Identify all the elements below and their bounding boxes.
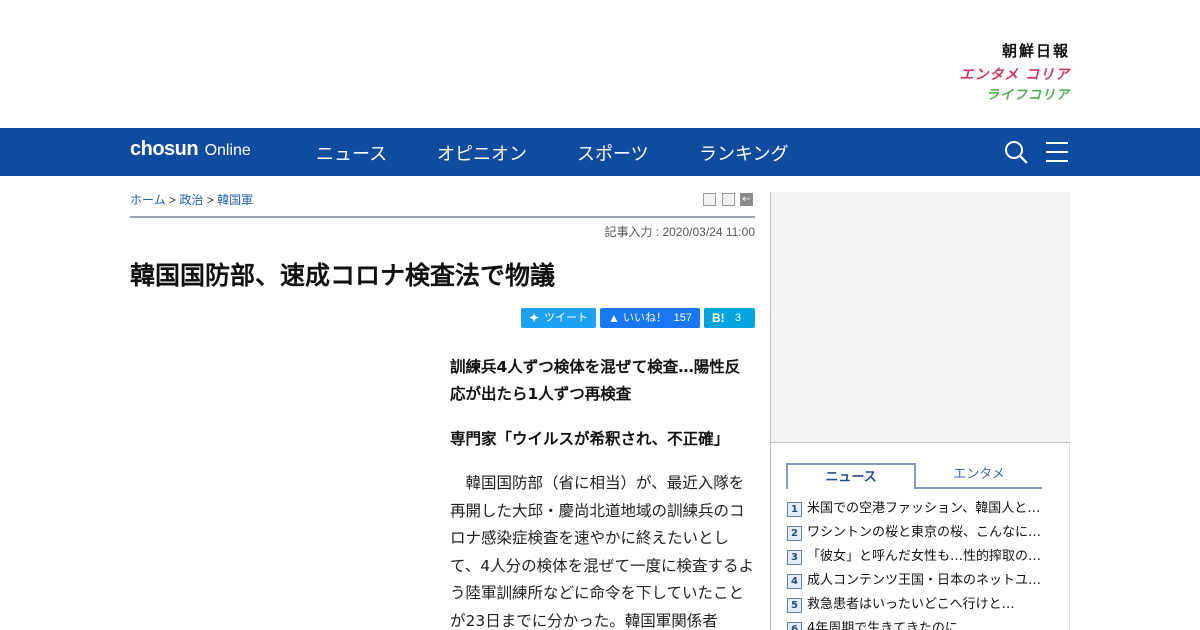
article-body: 韓国国防部（省に相当）が、最近入隊を再開した大邱・慶尚北道地域の訓練兵のコロナ感… — [450, 474, 755, 630]
article-tools: ← — [703, 193, 755, 206]
print-icon[interactable] — [703, 193, 716, 206]
logo-sub-text: Online — [204, 142, 251, 159]
entame-korea-logo[interactable]: エンタメ コリア — [930, 68, 1070, 82]
article-lead-subheading: 訓練兵4人ずつ検体を混ぜて検査…陽性反応が出たら1人ずつ再検査 — [450, 358, 741, 403]
nav-icons — [1004, 140, 1068, 164]
rank-number: 1 — [787, 502, 802, 517]
text-size-icon[interactable] — [722, 193, 735, 206]
facebook-like-button[interactable]: ▲ いいね！ 157 — [600, 308, 700, 328]
ranking-item[interactable]: 5 救急患者はいったいどこへ行けと… — [787, 593, 1057, 617]
nav-sports[interactable]: スポーツ — [577, 140, 649, 166]
rank-title[interactable]: 米国での空港ファッション、韓国人と… — [807, 497, 1040, 521]
brand-links: 朝鮮日報 エンタメ コリア ライフコリア — [930, 44, 1070, 103]
article-headline: 韓国国防部、速成コロナ検査法で物議 — [130, 261, 556, 290]
back-arrow-icon[interactable]: ← — [740, 193, 753, 206]
twitter-bird-icon: ✦ — [529, 311, 540, 325]
rank-number: 2 — [787, 526, 802, 541]
nav-opinion[interactable]: オピニオン — [437, 140, 527, 166]
rank-title[interactable]: ワシントンの桜と東京の桜、こんなに… — [807, 521, 1041, 545]
ranking-item[interactable]: 3 「彼女」と呼んだ女性も…性的搾取の… — [787, 545, 1057, 569]
ad-placeholder — [771, 192, 1070, 443]
breadcrumb-separator: > — [168, 193, 176, 207]
nav-news[interactable]: ニュース — [316, 140, 387, 166]
hatena-icon: B! — [712, 311, 725, 325]
site-logo[interactable]: chosun Online — [130, 138, 251, 161]
ranking-list: 1 米国での空港ファッション、韓国人と… 2 ワシントンの桜と東京の桜、こんなに… — [787, 497, 1057, 630]
breadcrumb-politics[interactable]: 政治 — [179, 193, 203, 207]
breadcrumb-military[interactable]: 韓国軍 — [217, 193, 253, 207]
ranking-item[interactable]: 6 4年周期で生きてきたのに… — [787, 617, 1057, 630]
rank-title[interactable]: 「彼女」と呼んだ女性も…性的搾取の… — [807, 545, 1041, 569]
rank-number: 6 — [787, 622, 802, 630]
sidebar: ニュース エンタメ 1 米国での空港ファッション、韓国人と… 2 ワシントンの桜… — [770, 192, 1070, 630]
article-expert-quote: 専門家「ウイルスが希釈され、不正確」 — [450, 430, 730, 448]
rank-title[interactable]: 救急患者はいったいどこへ行けと… — [807, 593, 1015, 617]
header-divider — [130, 216, 755, 218]
ranking-item[interactable]: 2 ワシントンの桜と東京の桜、こんなに… — [787, 521, 1057, 545]
rank-number: 4 — [787, 574, 802, 589]
thumbs-up-icon: ▲ — [608, 311, 620, 325]
ranking-item[interactable]: 1 米国での空港ファッション、韓国人と… — [787, 497, 1057, 521]
breadcrumb-home[interactable]: ホーム — [130, 193, 166, 207]
tweet-button[interactable]: ✦ ツイート — [521, 308, 596, 328]
rank-title[interactable]: 成人コンテンツ王国・日本のネットユ… — [807, 569, 1041, 593]
share-buttons: ✦ ツイート ▲ いいね！ 157 B! 3 — [521, 308, 755, 328]
breadcrumb-separator: > — [206, 193, 214, 207]
tab-entame[interactable]: エンタメ — [916, 463, 1042, 489]
article-date: 記事入力 : 2020/03/24 11:00 — [604, 225, 755, 239]
hatena-count: 3 — [734, 312, 741, 324]
search-icon[interactable] — [1004, 140, 1028, 164]
like-label: いいね！ — [623, 312, 667, 324]
ranking-item[interactable]: 4 成人コンテンツ王国・日本のネットユ… — [787, 569, 1057, 593]
hatena-bookmark-button[interactable]: B! 3 — [704, 308, 755, 328]
like-count: 157 — [673, 312, 692, 324]
ranking-tabs: ニュース エンタメ — [786, 463, 1042, 489]
menu-icon[interactable] — [1046, 142, 1068, 162]
nav-ranking[interactable]: ランキング — [699, 140, 788, 166]
nav-bar: chosun Online ニュース オピニオン スポーツ ランキング — [0, 128, 1200, 176]
tab-news[interactable]: ニュース — [786, 463, 916, 489]
rank-title[interactable]: 4年周期で生きてきたのに… — [807, 617, 971, 630]
chosun-ilbo-logo[interactable]: 朝鮮日報 — [930, 44, 1070, 59]
breadcrumb: ホーム > 政治 > 韓国軍 — [130, 191, 253, 208]
logo-main-text: chosun — [130, 138, 199, 160]
life-korea-logo[interactable]: ライフコリア — [930, 89, 1070, 102]
rank-number: 3 — [787, 550, 802, 565]
rank-number: 5 — [787, 598, 802, 613]
tweet-label: ツイート — [544, 312, 588, 324]
